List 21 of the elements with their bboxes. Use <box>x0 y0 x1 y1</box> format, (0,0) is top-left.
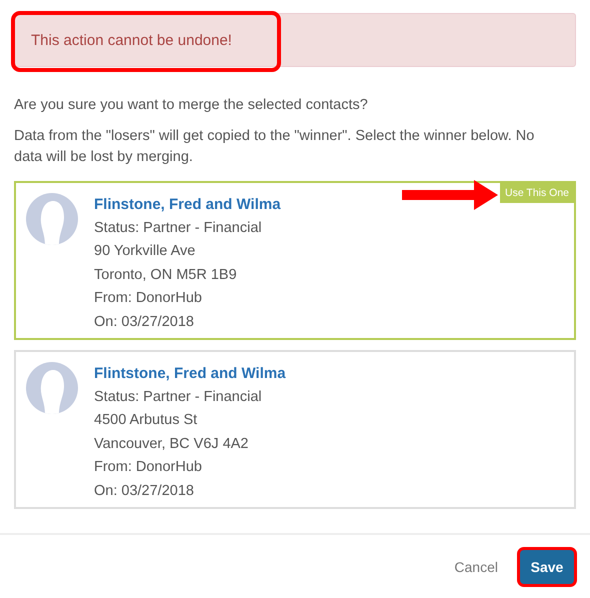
contact-card[interactable]: Flinstone, Fred and Wilma Status: Partner - Financial 90 Yorkville Ave Toronto, ON M5R 1B9 From: DonorHub On: 03/27/2018 Use This One <box>14 181 576 340</box>
contact-detail: On: 03/27/2018 <box>94 312 195 332</box>
question-text: Are you sure you want to merge the selected contacts? <box>14 96 369 115</box>
contact-detail: Toronto, ON M5R 1B9 <box>94 266 238 285</box>
contact-name[interactable]: Flintstone, Fred and Wilma <box>94 362 286 386</box>
avatar-icon <box>26 193 78 245</box>
contact-name[interactable]: Flinstone, Fred and Wilma <box>94 193 281 217</box>
contact-card[interactable]: Flintstone, Fred and Wilma Status: Partner - Financial 4500 Arbutus St Vancouver, BC V6J 4A2 From: DonorHub On: 03/27/2018 <box>14 350 576 509</box>
explanation-text: Data from the "losers" will get copied to the "winner". Select the winner below. No data will be lost by merging. <box>14 127 536 167</box>
contact-detail: 4500 Arbutus St <box>94 411 198 430</box>
contact-detail: On: 03/27/2018 <box>94 482 195 501</box>
contact-detail: From: DonorHub <box>94 289 203 308</box>
contact-detail: Vancouver, BC V6J 4A2 <box>94 434 250 454</box>
contact-detail: From: DonorHub <box>94 458 203 478</box>
alert-text: This action cannot be undone! <box>31 32 232 48</box>
cancel-button[interactable]: Cancel <box>448 553 504 581</box>
contact-detail: Status: Partner - Financial <box>94 219 263 238</box>
avatar-icon <box>26 362 78 414</box>
contact-detail: 90 Yorkville Ave <box>94 242 196 262</box>
contact-detail: Status: Partner - Financial <box>94 388 263 407</box>
save-button[interactable]: Save <box>520 550 574 584</box>
